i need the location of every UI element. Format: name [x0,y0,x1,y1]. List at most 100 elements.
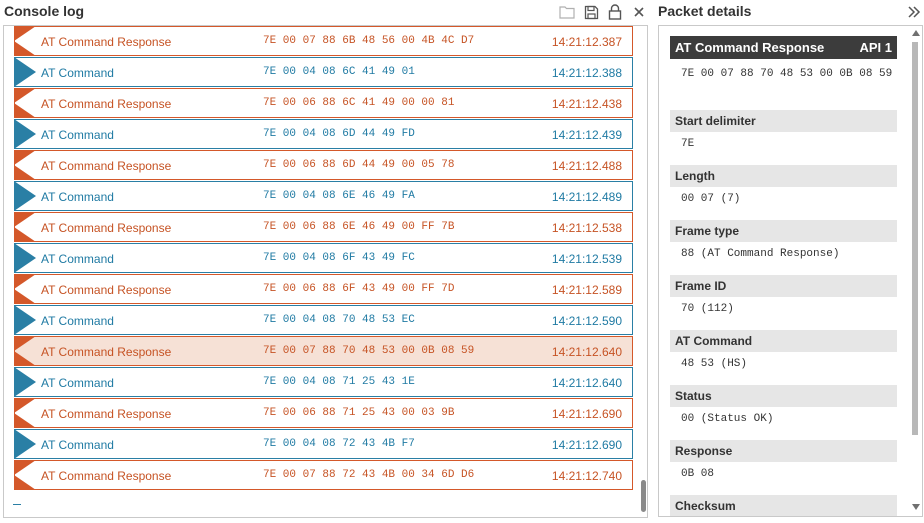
details-scrollbar[interactable] [909,26,922,516]
frame-timestamp: 14:21:12.740 [551,469,622,483]
frame-hex: 7E 00 04 08 6D 44 49 FD [263,128,415,140]
console-frame-list[interactable]: AT Command Response 7E 00 07 88 6B 48 56 … [3,25,648,518]
field-label: Response [670,440,897,462]
frame-row[interactable]: AT Command 7E 00 04 08 72 43 4B F7 14:21:1… [14,429,633,459]
frame-row[interactable]: AT Command Response 7E 00 07 88 6B 48 56 … [14,26,633,56]
frame-hex: 7E 00 07 88 72 43 4B 00 34 6D D6 [263,469,475,481]
frame-hex: 7E 00 04 08 6E 46 49 FA [263,190,415,202]
frame-timestamp: 14:21:12.489 [551,190,622,204]
frame-row[interactable]: AT Command 7E 00 04 08 6C 41 49 01 14:21:1… [14,57,633,87]
frame-row[interactable]: AT Command 7E 00 04 08 70 48 53 EC 14:21:1… [14,305,633,335]
frame-hex: 7E 00 04 08 6F 43 49 FC [263,252,415,264]
field-value: 00 07 (7) [681,193,741,205]
frame-row[interactable]: AT Command 7E 00 04 08 6E 46 49 FA 14:21:1… [14,181,633,211]
frame-row[interactable]: AT Command Response 7E 00 06 88 6F 43 49 … [14,274,633,304]
chevron-double-right-icon[interactable] [906,3,922,21]
frame-hex: 7E 00 06 88 6F 43 49 00 FF 7D [263,283,455,295]
frame-type: AT Command Response [41,283,172,297]
field-value: 00 (Status OK) [681,413,774,425]
packet-summary-title: AT Command Response [675,40,825,55]
field-label: AT Command [670,330,897,352]
packet-details-title: Packet details [658,3,752,19]
frame-timestamp: 14:21:12.640 [551,376,622,390]
field-label: Frame type [670,220,897,242]
close-icon[interactable] [630,3,648,21]
frame-timestamp: 14:21:12.589 [551,283,622,297]
field-label: Frame ID [670,275,897,297]
field-label: Status [670,385,897,407]
field-value: 48 53 (HS) [681,358,748,370]
packet-details-body: AT Command Response API 1 7E 00 07 88 70… [658,25,923,517]
frame-type: AT Command [41,252,114,266]
frame-type: AT Command Response [41,97,172,111]
frame-hex: 7E 00 04 08 6C 41 49 01 [263,66,415,78]
request-arrow-icon [14,181,38,211]
frame-row[interactable]: AT Command Response 7E 00 06 88 6C 41 49 … [14,88,633,118]
frame-row[interactable]: AT Command Response 7E 00 06 88 6D 44 49 … [14,150,633,180]
frame-timestamp: 14:21:12.538 [551,221,622,235]
field-value: 7E [681,138,695,150]
frame-timestamp: 14:21:12.387 [551,35,622,49]
response-arrow-icon [14,26,38,56]
save-icon[interactable] [582,3,600,21]
scroll-down-arrow-icon[interactable] [912,504,920,510]
frame-row[interactable]: AT Command Response 7E 00 07 88 72 43 4B … [14,460,633,490]
frame-hex: 7E 00 04 08 72 43 4B F7 [263,438,415,450]
packet-api-badge: API 1 [859,40,892,55]
response-arrow-icon [14,398,38,428]
frame-timestamp: 14:21:12.690 [551,438,622,452]
request-arrow-icon [14,305,38,335]
packet-summary-header: AT Command Response API 1 [670,36,897,59]
console-scrollbar[interactable] [640,26,647,517]
frame-row[interactable]: AT Command 7E 00 04 08 6F 43 49 FC 14:21:1… [14,243,633,273]
frame-hex: 7E 00 06 88 6D 44 49 00 05 78 [263,159,455,171]
request-arrow-icon [14,367,38,397]
frame-hex: 7E 00 04 08 71 25 43 1E [263,376,415,388]
frame-timestamp: 14:21:12.388 [551,66,622,80]
scroll-up-arrow-icon[interactable] [912,30,920,36]
frame-hex: 7E 00 06 88 71 25 43 00 03 9B [263,407,455,419]
frame-type: AT Command Response [41,35,172,49]
lock-icon[interactable] [606,3,624,21]
request-arrow-icon [14,57,38,87]
request-arrow-icon [14,429,38,459]
frame-type: AT Command [41,438,114,452]
frame-row[interactable]: AT Command Response 7E 00 06 88 71 25 43 … [14,398,633,428]
frame-type: AT Command Response [41,407,172,421]
console-scrollbar-thumb[interactable] [641,480,646,512]
details-scrollbar-thumb[interactable] [912,42,918,435]
frame-row[interactable]: AT Command 7E 00 04 08 71 25 43 1E 14:21:1… [14,367,633,397]
console-log-panel: Console log AT Command Response 7E 00 07 … [0,0,651,523]
frame-timestamp: 14:21:12.488 [551,159,622,173]
response-arrow-icon [14,150,38,180]
frame-row[interactable]: AT Command Response 7E 00 06 88 6E 46 49 … [14,212,633,242]
frame-type: AT Command Response [41,159,172,173]
console-input-cursor [13,504,21,505]
response-arrow-icon [14,274,38,304]
frame-type: AT Command [41,314,114,328]
frame-timestamp: 14:21:12.439 [551,128,622,142]
frame-hex: 7E 00 06 88 6E 46 49 00 FF 7B [263,221,455,233]
response-arrow-icon [14,88,38,118]
frame-hex: 7E 00 04 08 70 48 53 EC [263,314,415,326]
frame-timestamp: 14:21:12.539 [551,252,622,266]
frame-hex: 7E 00 06 88 6C 41 49 00 00 81 [263,97,455,109]
field-value: 0B 08 [681,468,715,480]
field-value: 88 (AT Command Response) [681,248,840,260]
frame-row[interactable]: AT Command 7E 00 04 08 6D 44 49 FD 14:21:1… [14,119,633,149]
frame-timestamp: 14:21:12.590 [551,314,622,328]
console-log-header: Console log [0,0,651,24]
frame-type: AT Command [41,376,114,390]
frame-type: AT Command Response [41,221,172,235]
frame-type: AT Command [41,128,114,142]
frame-hex: 7E 00 07 88 70 48 53 00 0B 08 59 [263,345,475,357]
request-arrow-icon [14,119,38,149]
frame-hex: 7E 00 07 88 6B 48 56 00 4B 4C D7 [263,35,475,47]
packet-summary-hex: 7E 00 07 88 70 48 53 00 0B 08 59 [681,68,893,80]
frame-row[interactable]: AT Command Response 7E 00 07 88 70 48 53 … [14,336,633,366]
response-arrow-icon [14,336,38,366]
field-value: 70 (112) [681,303,734,315]
folder-icon[interactable] [558,3,576,21]
frame-type: AT Command [41,66,114,80]
frame-type: AT Command Response [41,345,172,359]
